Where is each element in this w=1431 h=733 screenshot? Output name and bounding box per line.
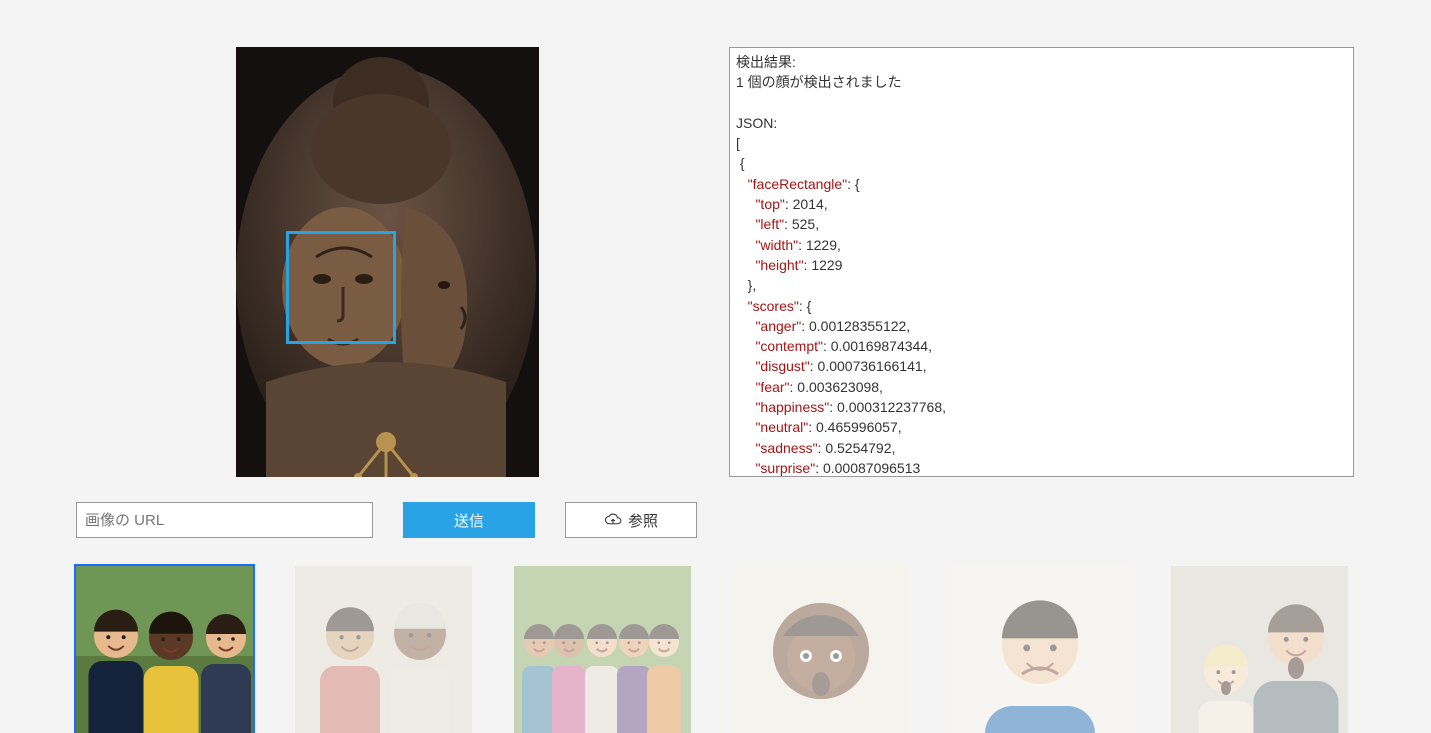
input-image bbox=[236, 47, 539, 477]
face-bounding-box bbox=[286, 231, 396, 344]
browse-button[interactable]: 参照 bbox=[565, 502, 697, 538]
thumbnail-sample-2[interactable] bbox=[295, 566, 472, 733]
submit-button[interactable]: 送信 bbox=[403, 502, 535, 538]
thumbnail-sample-1[interactable] bbox=[76, 566, 253, 733]
cloud-upload-icon bbox=[604, 513, 622, 527]
thumbnail-sample-6[interactable] bbox=[1171, 566, 1348, 733]
browse-label: 参照 bbox=[628, 510, 658, 531]
thumbnail-sample-5[interactable] bbox=[952, 566, 1129, 733]
sample-thumbnails bbox=[0, 538, 1431, 733]
thumbnail-sample-3[interactable] bbox=[514, 566, 691, 733]
thumbnail-sample-4[interactable] bbox=[733, 566, 910, 733]
image-url-input[interactable] bbox=[76, 502, 373, 538]
results-panel[interactable]: 検出結果: 1 個の顔が検出されました JSON: [ { "faceRecta… bbox=[729, 47, 1354, 477]
